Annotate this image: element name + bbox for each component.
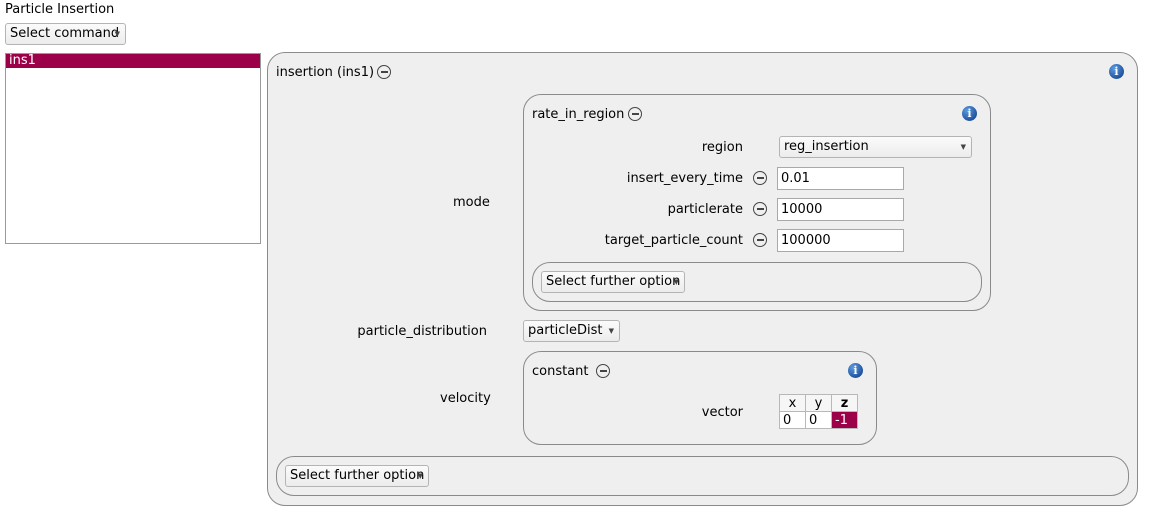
target-particle-count-label: target_particle_count	[604, 233, 743, 248]
insertion-info-icon[interactable]: i	[1109, 64, 1124, 79]
vector-header-y: y	[805, 394, 832, 412]
vector-label: vector	[701, 405, 743, 420]
target-particle-count-input[interactable]: 100000	[777, 229, 904, 252]
remove-rate-in-region-icon[interactable]	[628, 107, 642, 121]
select-command-dropdown[interactable]: Select command ▼	[5, 23, 126, 45]
vector-cell-z[interactable]: -1	[831, 411, 858, 429]
select-command-label: Select command	[10, 26, 120, 41]
region-dropdown[interactable]: reg_insertion ▼	[779, 136, 972, 158]
vector-cell-y[interactable]: 0	[805, 411, 832, 429]
vector-table[interactable]: x y z 0 0 -1	[779, 394, 858, 429]
dropdown-arrow-icon: ▼	[960, 143, 966, 151]
insertion-title: insertion (ins1)	[276, 65, 375, 80]
velocity-label: velocity	[440, 391, 491, 406]
insert-every-time-label: insert_every_time	[626, 171, 743, 186]
particlerate-input[interactable]: 10000	[777, 198, 904, 221]
remove-target-particle-count-icon[interactable]	[753, 233, 767, 247]
mode-label: mode	[453, 195, 490, 210]
particlerate-label: particlerate	[667, 202, 743, 217]
vector-cell-x[interactable]: 0	[779, 411, 806, 429]
particle-distribution-value: particleDist	[528, 323, 603, 338]
command-list-item-ins1[interactable]: ins1	[6, 54, 260, 68]
dropdown-arrow-icon: ▼	[114, 30, 120, 38]
insert-every-time-input[interactable]: 0.01	[777, 167, 904, 190]
dropdown-arrow-icon: ▼	[417, 472, 423, 480]
rate-in-region-further-option-dropdown[interactable]: Select further option ▼	[541, 271, 685, 293]
insertion-further-option-label: Select further option	[290, 468, 425, 483]
vector-header-x: x	[779, 394, 806, 412]
particle-distribution-label: particle_distribution	[357, 324, 487, 339]
command-list[interactable]: ins1	[5, 53, 261, 244]
remove-insertion-icon[interactable]	[377, 65, 391, 79]
particle-distribution-dropdown[interactable]: particleDist ▼	[523, 320, 620, 342]
rate-in-region-further-option-label: Select further option	[546, 274, 681, 289]
rate-in-region-info-icon[interactable]: i	[962, 106, 977, 121]
remove-constant-icon[interactable]	[596, 364, 610, 378]
remove-particlerate-icon[interactable]	[753, 202, 767, 216]
rate-in-region-title: rate_in_region	[532, 107, 625, 122]
insertion-further-option-dropdown[interactable]: Select further option ▼	[285, 465, 429, 487]
region-label: region	[701, 140, 743, 155]
vector-header-z: z	[831, 394, 858, 412]
constant-info-icon[interactable]: i	[848, 363, 863, 378]
dropdown-arrow-icon: ▼	[608, 327, 614, 335]
window-title: Particle Insertion	[5, 2, 115, 17]
region-value: reg_insertion	[784, 139, 869, 154]
dropdown-arrow-icon: ▼	[673, 278, 679, 286]
constant-title: constant	[532, 364, 589, 379]
remove-insert-every-time-icon[interactable]	[753, 171, 767, 185]
